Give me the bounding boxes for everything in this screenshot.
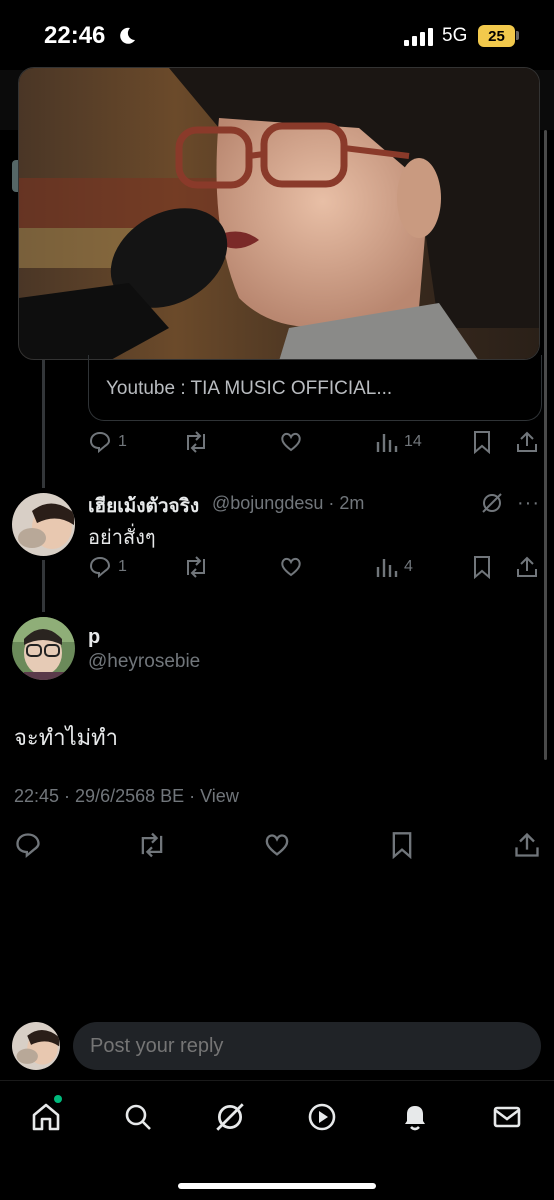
grok-icon[interactable] bbox=[480, 491, 504, 515]
nav-messages[interactable] bbox=[487, 1097, 527, 1137]
video-icon bbox=[308, 1103, 336, 1131]
reply-button[interactable]: 1 bbox=[88, 555, 127, 579]
reply-button[interactable]: 1 bbox=[88, 430, 127, 454]
bottom-nav bbox=[0, 1080, 554, 1200]
views-button[interactable]: 4 bbox=[376, 555, 413, 579]
views-count: 4 bbox=[404, 558, 413, 575]
bookmark-icon bbox=[392, 832, 412, 859]
repost-icon bbox=[187, 431, 205, 453]
main-post-actions bbox=[0, 831, 554, 861]
nav-home[interactable] bbox=[26, 1097, 66, 1137]
nav-notifications[interactable] bbox=[395, 1097, 435, 1137]
video-thumbnail[interactable] bbox=[18, 67, 540, 360]
bookmark-button[interactable] bbox=[472, 430, 492, 454]
reply-text: อย่าสั่งๆ bbox=[88, 527, 156, 549]
avatar[interactable] bbox=[12, 493, 75, 556]
share-button[interactable] bbox=[513, 831, 541, 859]
reply-icon bbox=[89, 431, 111, 454]
nav-video[interactable] bbox=[302, 1097, 342, 1137]
reply-count: 1 bbox=[118, 433, 127, 450]
status-time: 22:46 bbox=[44, 22, 106, 49]
battery-indicator: 25 bbox=[478, 25, 515, 47]
bookmark-icon bbox=[474, 431, 490, 454]
repost-icon bbox=[187, 556, 205, 578]
nav-search[interactable] bbox=[118, 1097, 158, 1137]
battery-nub bbox=[516, 31, 519, 40]
more-icon[interactable]: ··· bbox=[517, 492, 540, 515]
views-icon bbox=[376, 434, 398, 452]
battery-level: 25 bbox=[488, 27, 505, 45]
share-icon bbox=[515, 832, 539, 857]
reply-button[interactable] bbox=[14, 831, 42, 859]
main-post-meta[interactable]: 22:45 · 29/6/2568 BE · View bbox=[14, 786, 239, 807]
reply-count: 1 bbox=[118, 558, 127, 575]
home-icon bbox=[32, 1103, 60, 1131]
views-count: 14 bbox=[404, 433, 422, 450]
scrollbar[interactable] bbox=[544, 130, 547, 760]
main-display-name[interactable]: p bbox=[88, 626, 100, 649]
views-icon bbox=[376, 559, 398, 577]
repost-button[interactable] bbox=[136, 831, 168, 859]
reply-actions: 1 4 bbox=[0, 555, 554, 585]
reply-input[interactable] bbox=[73, 1022, 541, 1070]
search-icon bbox=[125, 1104, 151, 1130]
like-button[interactable] bbox=[263, 831, 291, 859]
notifications-icon bbox=[405, 1106, 425, 1131]
reply-handle-time[interactable]: @bojungdesu · 2m bbox=[212, 493, 364, 514]
bookmark-button[interactable] bbox=[390, 831, 414, 859]
nav-grok[interactable] bbox=[210, 1097, 250, 1137]
reply-icon bbox=[89, 556, 111, 579]
reply-icon bbox=[16, 833, 40, 858]
link-card-caption[interactable]: Youtube : TIA MUSIC OFFICIAL... bbox=[106, 378, 392, 400]
thread-line bbox=[42, 360, 45, 488]
heart-icon bbox=[281, 432, 301, 452]
repost-button[interactable] bbox=[182, 555, 210, 579]
share-button[interactable] bbox=[515, 430, 539, 454]
moon-icon bbox=[120, 27, 135, 44]
main-post-text: จะทำไม่ทำ bbox=[14, 725, 118, 750]
post-actions: 1 14 bbox=[0, 430, 554, 460]
share-button[interactable] bbox=[515, 555, 539, 579]
signal-icon bbox=[404, 28, 433, 46]
bookmark-icon bbox=[474, 556, 490, 579]
heart-icon bbox=[281, 557, 301, 577]
bookmark-button[interactable] bbox=[472, 555, 492, 579]
messages-icon bbox=[493, 1106, 521, 1128]
status-bar: 22:46 5G 25 bbox=[0, 0, 554, 70]
share-icon bbox=[517, 556, 537, 577]
heart-icon bbox=[265, 834, 289, 856]
network-label: 5G bbox=[442, 25, 468, 46]
home-indicator[interactable] bbox=[178, 1183, 376, 1189]
share-icon bbox=[517, 431, 537, 452]
reply-display-name[interactable]: เฮียเม้งตัวจริง bbox=[88, 491, 199, 521]
repost-icon bbox=[141, 832, 163, 858]
repost-button[interactable] bbox=[182, 430, 210, 454]
like-button[interactable] bbox=[279, 430, 303, 454]
avatar[interactable] bbox=[12, 617, 75, 680]
composer-avatar[interactable] bbox=[12, 1022, 60, 1070]
main-handle[interactable]: @heyrosebie bbox=[88, 651, 200, 673]
notification-dot bbox=[54, 1095, 62, 1103]
like-button[interactable] bbox=[279, 555, 303, 579]
grok-icon bbox=[216, 1103, 244, 1131]
views-button[interactable]: 14 bbox=[376, 430, 422, 454]
